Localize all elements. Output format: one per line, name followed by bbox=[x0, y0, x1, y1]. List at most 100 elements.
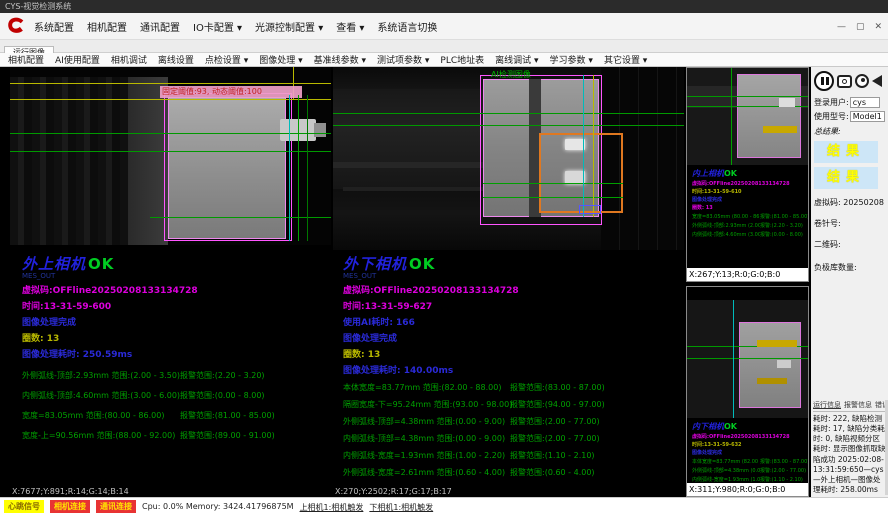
toolbar-ai-usage-config[interactable]: AI使用配置 bbox=[55, 53, 100, 66]
result-indicator-2: 结果 bbox=[814, 167, 878, 189]
guide-line-green bbox=[483, 183, 623, 184]
measurement-row: 本体宽度=83.77mm (82.00 - 88.00)报警:(83.00 - … bbox=[692, 458, 808, 465]
camera-image-outer-top[interactable]: 固定阈值:93, 动态阈值:100 bbox=[10, 67, 331, 245]
measurement-row: 内侧弧线-宽度=1.93mm 范围:(1.00 - 2.20) 报警范围:(1.1… bbox=[343, 450, 684, 467]
log-tabs: 运行信息 报警信息 错误信息 bbox=[813, 400, 886, 412]
alarm-range: 报警范围:(0.60 - 4.00) bbox=[510, 467, 595, 478]
control-icon-row bbox=[814, 71, 885, 91]
top-camera-trigger-link[interactable]: 上相机1:相机触发 bbox=[300, 500, 364, 513]
measurement-value: 宽度=83.05mm (80.00 - 86.00) bbox=[692, 213, 760, 220]
ok-status: OK bbox=[88, 255, 114, 273]
menu-item-system-config[interactable]: 系统配置 bbox=[34, 19, 74, 34]
model-select[interactable]: Model1 bbox=[850, 111, 885, 122]
preview-image-inner-bottom[interactable] bbox=[687, 300, 808, 418]
pixel-coords-readout: X:311;Y:980;R:0;G:0;B:0 bbox=[687, 483, 808, 496]
camera-image-outer-bottom[interactable]: AI检测图像 bbox=[333, 67, 684, 250]
camera-view-outer-bottom[interactable]: AI检测图像 外下相机OK MES_OUT 虚拟码:OFFline2025020… bbox=[333, 67, 684, 497]
alarm-range: 报警范围:(94.00 - 97.00) bbox=[510, 399, 605, 410]
alarm-range: 报警范围:(1.10 - 2.10) bbox=[510, 450, 595, 461]
toolbar-plc-address-table[interactable]: PLC地址表 bbox=[440, 53, 484, 66]
ai-image-label: AI检测图像 bbox=[491, 69, 531, 80]
menu-item-camera-config[interactable]: 相机配置 bbox=[87, 19, 127, 34]
measurement-row: 内侧弧线-宽度=1.93mm (1.00 - 2.20)报警:(1.10 - 2… bbox=[692, 476, 808, 483]
virtual-code-line: 虚拟码:OFFline20250208133134728 bbox=[22, 283, 331, 296]
processing-done-line: 图像处理完成 bbox=[692, 449, 808, 456]
measurement-row: 外侧弧线-顶部=4.38mm (0.00 - 9.00)报警:(2.00 - 7… bbox=[692, 467, 808, 474]
model-row: 使用型号: Model1 bbox=[814, 111, 885, 122]
guide-line-green bbox=[150, 217, 331, 218]
measurement-row: 外侧弧线-宽度=2.61mm 范围:(0.60 - 4.00)报警范围:(0.6… bbox=[343, 467, 684, 484]
camera-view-outer-top[interactable]: 固定阈值:93, 动态阈值:100 外上相机OK MES_OUT 虚拟码:OFF… bbox=[10, 67, 331, 497]
alarm-range: 报警范围:(89.00 - 91.00) bbox=[180, 430, 275, 441]
measurement-value: 内侧弧线-顶部=4.38mm 范围:(0.00 - 9.00) bbox=[343, 433, 505, 444]
guide-line-green bbox=[687, 358, 808, 359]
alarm-range: 报警范围:(2.20 - 3.20) bbox=[180, 370, 265, 381]
toolbar-offline-settings[interactable]: 离线设置 bbox=[158, 53, 194, 66]
measurement-row: 外侧弧线-顶部:2.93mm (2.00 - 3.50)报警:(2.20 - 3… bbox=[692, 222, 808, 229]
login-user-value[interactable]: cys bbox=[850, 97, 880, 108]
machinery-column bbox=[128, 77, 168, 245]
preview-image-inner-top[interactable] bbox=[687, 68, 808, 165]
tab-strip: 运行图像 bbox=[0, 40, 888, 53]
camera-icon-button[interactable] bbox=[837, 75, 852, 88]
pause-button[interactable] bbox=[814, 71, 834, 91]
user-icon-button[interactable] bbox=[855, 74, 869, 88]
toolbar-image-processing[interactable]: 图像处理 ▾ bbox=[259, 53, 302, 66]
window-controls: — ▢ ✕ bbox=[837, 13, 882, 40]
guide-line-cyan bbox=[733, 300, 734, 418]
processing-done-line: 图像处理完成 bbox=[692, 196, 808, 203]
result-indicator-1: 结果 bbox=[814, 141, 878, 163]
measurement-row: 宽度=83.05mm 范围:(80.00 - 86.00)报警范围:(81.00… bbox=[22, 410, 331, 430]
toolbar-test-item-params[interactable]: 测试项参数 ▾ bbox=[377, 53, 429, 66]
virtual-code-line: 虚拟码:OFFline20250208133134728 bbox=[692, 180, 808, 187]
guide-line-green bbox=[687, 96, 808, 97]
close-button[interactable]: ✕ bbox=[874, 22, 882, 32]
measurement-value: 隔圈宽度-下=95.24mm 范围:(93.00 - 98.00) bbox=[343, 399, 512, 410]
alarm-range: 报警范围:(2.00 - 77.00) bbox=[510, 433, 600, 444]
measurement-value: 本体宽度=83.77mm 范围:(82.00 - 88.00) bbox=[343, 382, 501, 393]
preview-view-inner-bottom[interactable]: 内下相机OK 虚拟码:OFFline20250208133134728 时间:1… bbox=[686, 286, 809, 497]
tab-run-info[interactable]: 运行信息 bbox=[813, 400, 841, 410]
tab-alarm-info[interactable]: 报警信息 bbox=[844, 400, 872, 410]
toolbar-camera-debug[interactable]: 相机调试 bbox=[111, 53, 147, 66]
time-line: 时间:13-31-59-610 bbox=[692, 188, 808, 195]
time-line: 时间:13-31-59-600 bbox=[22, 299, 331, 312]
toolbar-spot-check[interactable]: 点检设置 ▾ bbox=[205, 53, 248, 66]
virtual-code-line: 虚拟码:OFFline20250208133134728 bbox=[343, 283, 684, 296]
camera-result-title: 内上相机OK bbox=[692, 168, 808, 179]
speaker-icon-button[interactable] bbox=[872, 75, 882, 87]
measurement-value: 宽度-上=90.56mm 范围:(88.00 - 92.00) bbox=[22, 430, 175, 441]
toolbar-offline-debug[interactable]: 离线调试 ▾ bbox=[495, 53, 538, 66]
menu-item-language-switch[interactable]: 系统语言切换 bbox=[377, 19, 437, 34]
measurement-row: 内侧弧线-顶部:4.60mm 范围:(3.00 - 6.00)报警范围:(0.0… bbox=[22, 390, 331, 410]
menu-item-light-control-config[interactable]: 光源控制配置 ▾ bbox=[255, 19, 323, 34]
toolbar-baseline-params[interactable]: 基准线参数 ▾ bbox=[314, 53, 366, 66]
guide-line-yellow bbox=[10, 99, 331, 100]
guide-line-green bbox=[298, 95, 299, 241]
processing-done-line: 图像处理完成 bbox=[343, 331, 684, 344]
total-result-label: 总结果: bbox=[814, 126, 885, 137]
minimize-button[interactable]: — bbox=[837, 22, 846, 32]
toolbar-camera-config[interactable]: 相机配置 bbox=[8, 53, 44, 66]
toolbar-other-settings[interactable]: 其它设置 ▾ bbox=[604, 53, 647, 66]
toolbar-learning-params[interactable]: 学习参数 ▾ bbox=[550, 53, 593, 66]
preview-view-inner-top[interactable]: 内上相机OK 虚拟码:OFFline20250208133134728 时间:1… bbox=[686, 67, 809, 282]
reflective-glint bbox=[777, 360, 791, 368]
menu-item-io-card-config[interactable]: IO卡配置 ▾ bbox=[193, 19, 242, 34]
measurement-value: 内侧弧线-宽度=1.93mm 范围:(1.00 - 2.20) bbox=[343, 450, 505, 461]
pixel-coords-readout: X:270;Y:2502;R:17;G:17;B:17 bbox=[335, 487, 452, 496]
preview-result-block: 内上相机OK 虚拟码:OFFline20250208133134728 时间:1… bbox=[687, 165, 808, 238]
menu-item-view[interactable]: 查看 ▾ bbox=[336, 19, 364, 34]
bottom-camera-trigger-link[interactable]: 下相机1:相机触发 bbox=[369, 500, 433, 513]
camera-result-title: 外上相机OK bbox=[22, 253, 331, 274]
alarm-range: 报警范围:(0.00 - 8.00) bbox=[180, 390, 265, 401]
measurement-row: 宽度=83.05mm (80.00 - 86.00)报警:(81.00 - 85… bbox=[692, 213, 808, 220]
measurement-list: 外侧弧线-顶部:2.93mm 范围:(2.00 - 3.50)报警范围:(2.2… bbox=[22, 370, 331, 450]
loop-count-line: 圈数: 13 bbox=[692, 204, 808, 211]
measurement-value: 外侧弧线-顶部:2.93mm 范围:(2.00 - 3.50) bbox=[22, 370, 180, 381]
menu-item-comm-config[interactable]: 通讯配置 bbox=[140, 19, 180, 34]
overlay-mark-yellow bbox=[757, 378, 787, 384]
guide-line-green bbox=[731, 68, 732, 165]
alarm-range: 报警:(81.00 - 85.00) bbox=[760, 213, 808, 220]
maximize-button[interactable]: ▢ bbox=[856, 22, 865, 32]
